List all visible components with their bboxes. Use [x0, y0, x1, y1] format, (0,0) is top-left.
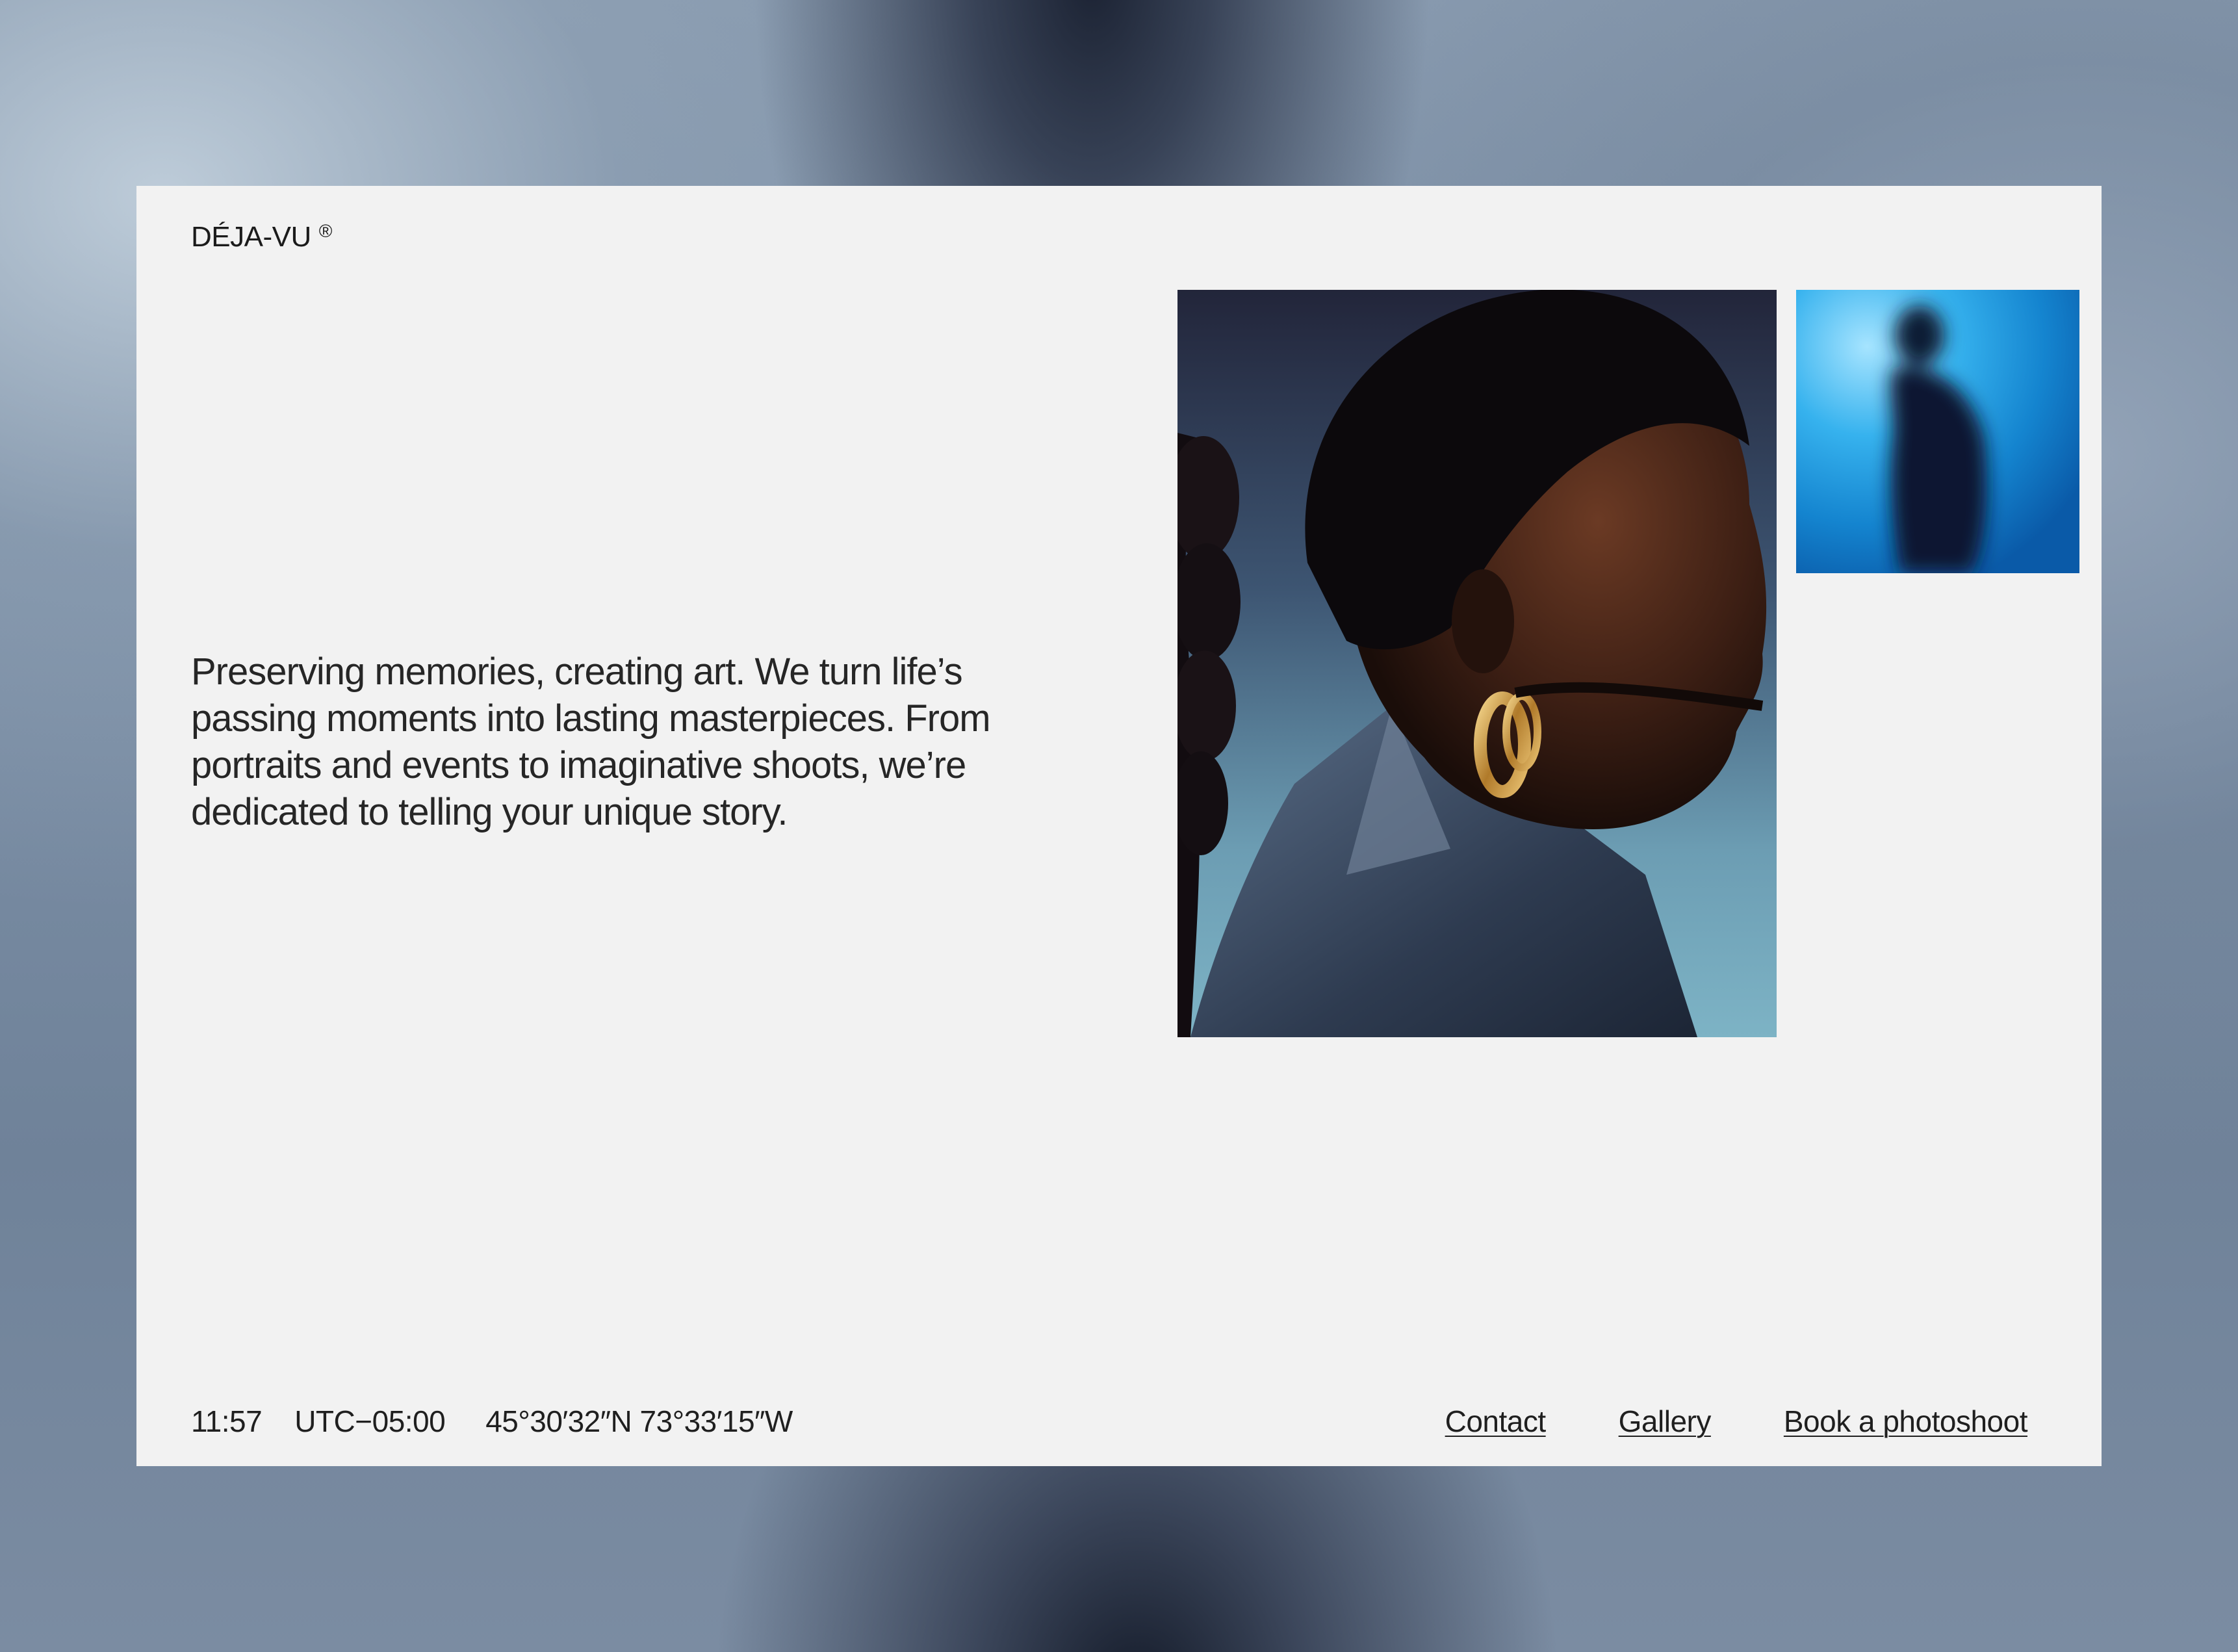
site-card: DÉJA-VU ® Preserving memories, creating a…: [136, 186, 2102, 1466]
gallery-link[interactable]: Gallery: [1619, 1404, 1712, 1438]
portrait-profile-photo: [1177, 290, 1777, 1037]
footer-nav: Contact Gallery Book a photoshoot: [1445, 1404, 2028, 1439]
blurred-silhouette-photo: [1796, 290, 2079, 573]
contact-link[interactable]: Contact: [1445, 1404, 1547, 1438]
book-photoshoot-link[interactable]: Book a photoshoot: [1784, 1404, 2028, 1438]
brand-logo[interactable]: DÉJA-VU ®: [191, 221, 332, 253]
timezone: UTC−05:00: [294, 1404, 446, 1438]
registered-mark: ®: [318, 221, 333, 241]
coordinates: 45°30′32″N 73°33′15″W: [485, 1404, 793, 1438]
local-time: 11:57: [191, 1404, 263, 1438]
brand-name: DÉJA-VU: [191, 221, 311, 253]
hero-tagline: Preserving memories, creating art. We tu…: [191, 651, 991, 833]
footer-info: 11:57 UTC−05:00 45°30′32″N 73°33′15″W: [191, 1404, 793, 1439]
